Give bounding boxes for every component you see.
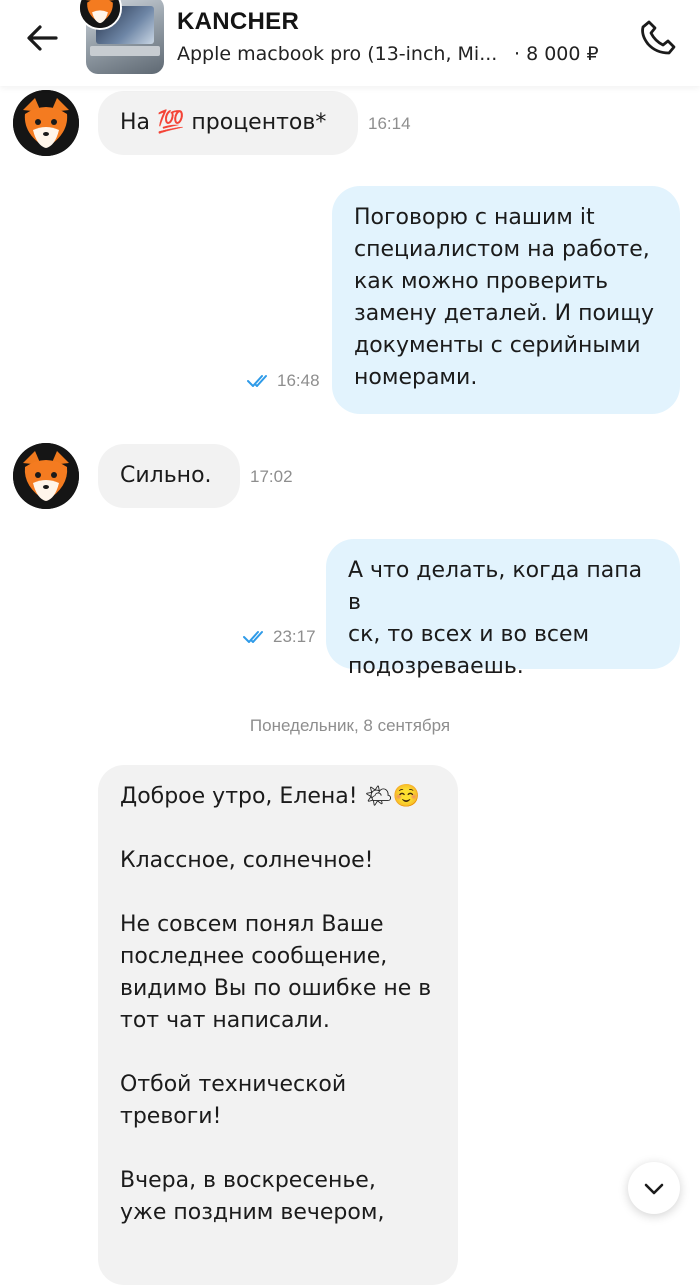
listing-title[interactable]: Apple macbook pro (13-inch, Mi... (177, 43, 507, 65)
double-check-icon (243, 631, 263, 643)
message-paragraph: Отбой технической тревоги! (120, 1072, 347, 1129)
fox-avatar-icon (13, 443, 79, 509)
chevron-down-icon (644, 1183, 664, 1195)
chat-header: KANCHER Apple macbook pro (13-inch, Mi..… (0, 0, 700, 86)
message-bubble-incoming[interactable]: Сильно. (98, 444, 240, 508)
message-time: 16:48 (247, 371, 320, 391)
message-text: Сильно. (120, 463, 212, 488)
message-line: Поговорю с нашим it (354, 205, 595, 230)
avatar[interactable] (13, 90, 79, 156)
double-check-icon (247, 375, 267, 387)
message-line: ск, то всех и во всем (348, 622, 590, 647)
message-line: замену деталей. И поищу (354, 301, 654, 326)
message-line: подозреваешь. (348, 654, 524, 679)
fox-avatar-icon (13, 90, 79, 156)
message-bubble-outgoing[interactable]: А что делать, когда папа в ск, то всех и… (326, 539, 680, 679)
message-time: 16:14 (368, 114, 411, 133)
message-bubble-outgoing[interactable]: Поговорю с нашим it специалистом на рабо… (332, 186, 680, 414)
message-paragraph: Доброе утро, Елена! 🌤☺️ (120, 784, 420, 809)
message-line: специалистом на работе, (354, 237, 650, 262)
message-paragraph: Классное, солнечное! (120, 848, 374, 873)
message-bubble-incoming[interactable]: Доброе утро, Елена! 🌤☺️ Классное, солнеч… (98, 765, 458, 1285)
message-paragraph: Вчера, в воскресенье, уже поздним вечеро… (120, 1168, 385, 1225)
message-text: На 💯 процентов* (120, 110, 327, 135)
message-time: 17:02 (250, 467, 293, 486)
back-button[interactable] (20, 18, 64, 58)
message-line: документы с серийными (354, 333, 641, 358)
arrow-left-icon (27, 25, 58, 51)
message-line: номерами. (354, 365, 478, 390)
date-separator: Понедельник, 8 сентября (249, 716, 451, 735)
message-line: как можно проверить (354, 269, 609, 294)
phone-icon (641, 20, 676, 55)
avatar[interactable] (13, 443, 79, 509)
scroll-to-bottom-button[interactable] (628, 1162, 680, 1214)
message-time: 23:17 (243, 627, 316, 647)
message-line: А что делать, когда папа в (348, 558, 643, 615)
listing-price: · 8 000 ₽ (514, 43, 599, 65)
message-paragraph: Не совсем понял Ваше последнее сообщение… (120, 912, 432, 1033)
call-button[interactable] (636, 16, 680, 60)
seller-name[interactable]: KANCHER (177, 8, 299, 36)
message-bubble-incoming[interactable]: На 💯 процентов* (98, 91, 358, 155)
